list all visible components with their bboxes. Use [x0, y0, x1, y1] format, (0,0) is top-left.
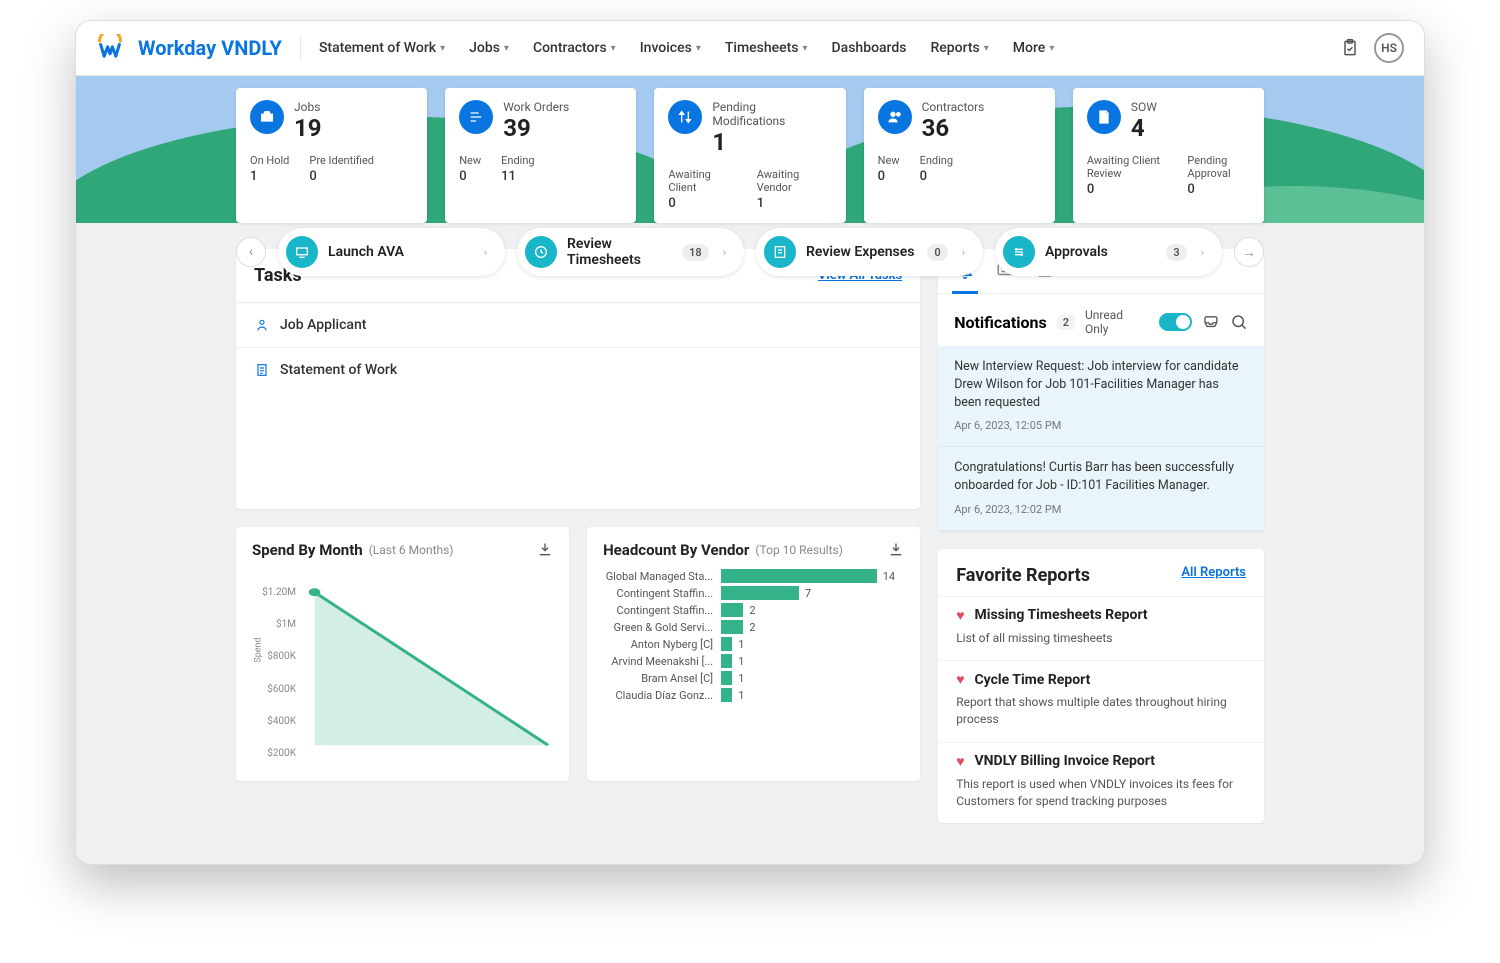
- bar-row: Contingent Staffin...7: [603, 586, 904, 600]
- nav-more[interactable]: More▾: [1013, 40, 1055, 56]
- heart-icon: ♥: [956, 671, 964, 688]
- nav-dashboards[interactable]: Dashboards: [832, 40, 907, 56]
- nav-jobs[interactable]: Jobs▾: [469, 40, 509, 56]
- stat-card-contractors[interactable]: Contractors36New0Ending0: [864, 88, 1055, 223]
- pill-launch-ava[interactable]: Launch AVA›: [278, 228, 505, 276]
- spend-chart-panel: Spend By Month (Last 6 Months) Spend $1.…: [236, 527, 569, 781]
- unread-toggle[interactable]: [1159, 313, 1193, 331]
- task-job-applicant[interactable]: Job Applicant: [236, 302, 920, 347]
- bar-row: Bram Ansel [C]1: [603, 671, 904, 685]
- pill-review-expenses[interactable]: Review Expenses0›: [756, 228, 983, 276]
- nav-reports[interactable]: Reports▾: [930, 40, 988, 56]
- pills-scroll-right[interactable]: →: [1234, 237, 1264, 267]
- reports-title: Favorite Reports: [956, 565, 1090, 586]
- notifications-panel: Notifications 2 Unread Only New Intervie…: [938, 249, 1264, 531]
- stat-card-sow[interactable]: SOW4Awaiting Client Review0Pending Appro…: [1073, 88, 1264, 223]
- report-item[interactable]: ♥Missing Timesheets ReportList of all mi…: [938, 596, 1264, 661]
- headcount-chart-subtitle: (Top 10 Results): [755, 543, 843, 557]
- pills-scroll-left[interactable]: ‹: [236, 237, 266, 267]
- bar-row: Global Managed Sta...14: [603, 569, 904, 583]
- hero-banner: Jobs19On Hold1Pre Identified0Work Orders…: [76, 76, 1424, 226]
- headcount-chart-panel: Headcount By Vendor (Top 10 Results) Glo…: [587, 527, 920, 781]
- brand-title[interactable]: Workday VNDLY: [134, 36, 301, 60]
- stat-card-jobs[interactable]: Jobs19On Hold1Pre Identified0: [236, 88, 427, 223]
- nav-statement-of-work[interactable]: Statement of Work▾: [319, 40, 445, 56]
- stat-card-pending-modifications[interactable]: Pending Modifications1Awaiting Client0Aw…: [654, 88, 845, 223]
- inbox-icon[interactable]: [1202, 313, 1220, 331]
- download-icon[interactable]: [537, 542, 553, 558]
- spend-chart-title: Spend By Month: [252, 541, 363, 559]
- search-icon[interactable]: [1230, 313, 1248, 331]
- heart-icon: ♥: [956, 607, 964, 624]
- report-item[interactable]: ♥VNDLY Billing Invoice ReportThis report…: [938, 742, 1264, 824]
- all-reports-link[interactable]: All Reports: [1181, 565, 1246, 586]
- reports-panel: Favorite Reports All Reports ♥Missing Ti…: [938, 549, 1264, 824]
- tasks-panel: Tasks View All Tasks Job ApplicantStatem…: [236, 249, 920, 509]
- notifications-title: Notifications: [954, 313, 1047, 332]
- headcount-chart-title: Headcount By Vendor: [603, 541, 749, 559]
- header: Workday VNDLY Statement of Work▾ Jobs▾ Con…: [76, 21, 1424, 76]
- clipboard-icon[interactable]: [1340, 38, 1360, 58]
- bar-row: Contingent Staffin...2: [603, 603, 904, 617]
- nav-contractors[interactable]: Contractors▾: [533, 40, 616, 56]
- pill-approvals[interactable]: Approvals3›: [995, 228, 1222, 276]
- bar-row: Anton Nyberg [C]1: [603, 637, 904, 651]
- stat-card-work-orders[interactable]: Work Orders39New0Ending11: [445, 88, 636, 223]
- bar-row: Green & Gold Servi...2: [603, 620, 904, 634]
- pill-review-timesheets[interactable]: Review Timesheets18›: [517, 228, 744, 276]
- notification-item[interactable]: Congratulations! Curtis Barr has been su…: [938, 447, 1264, 530]
- bar-row: Arvind Meenakshi [...1: [603, 654, 904, 668]
- report-item[interactable]: ♥Cycle Time ReportReport that shows mult…: [938, 660, 1264, 742]
- notifications-count: 2: [1057, 315, 1075, 330]
- nav-invoices[interactable]: Invoices▾: [640, 40, 701, 56]
- spend-chart-subtitle: (Last 6 Months): [369, 543, 454, 557]
- nav-timesheets[interactable]: Timesheets▾: [725, 40, 808, 56]
- notification-item[interactable]: New Interview Request: Job interview for…: [938, 346, 1264, 447]
- bar-row: Claudia Díaz Gonz...1: [603, 688, 904, 702]
- task-statement-of-work[interactable]: Statement of Work: [236, 347, 920, 392]
- heart-icon: ♥: [956, 753, 964, 770]
- download-icon[interactable]: [888, 542, 904, 558]
- unread-only-label: Unread Only: [1085, 308, 1149, 336]
- user-avatar[interactable]: HS: [1374, 33, 1404, 63]
- workday-logo-icon: [96, 34, 124, 62]
